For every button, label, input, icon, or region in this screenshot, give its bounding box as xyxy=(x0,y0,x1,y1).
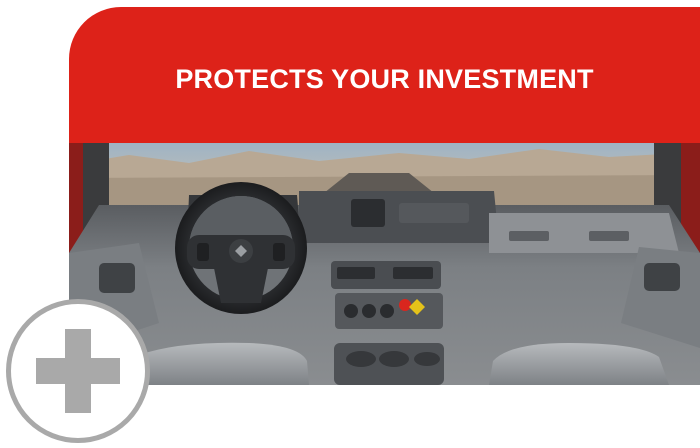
expand-plus-button[interactable] xyxy=(6,299,150,443)
truck-interior-photo xyxy=(69,143,700,385)
feature-banner: PROTECTS YOUR INVESTMENT xyxy=(69,7,700,143)
feature-card: PROTECTS YOUR INVESTMENT xyxy=(69,7,700,385)
plus-icon xyxy=(36,329,120,413)
banner-title: PROTECTS YOUR INVESTMENT xyxy=(175,64,594,94)
